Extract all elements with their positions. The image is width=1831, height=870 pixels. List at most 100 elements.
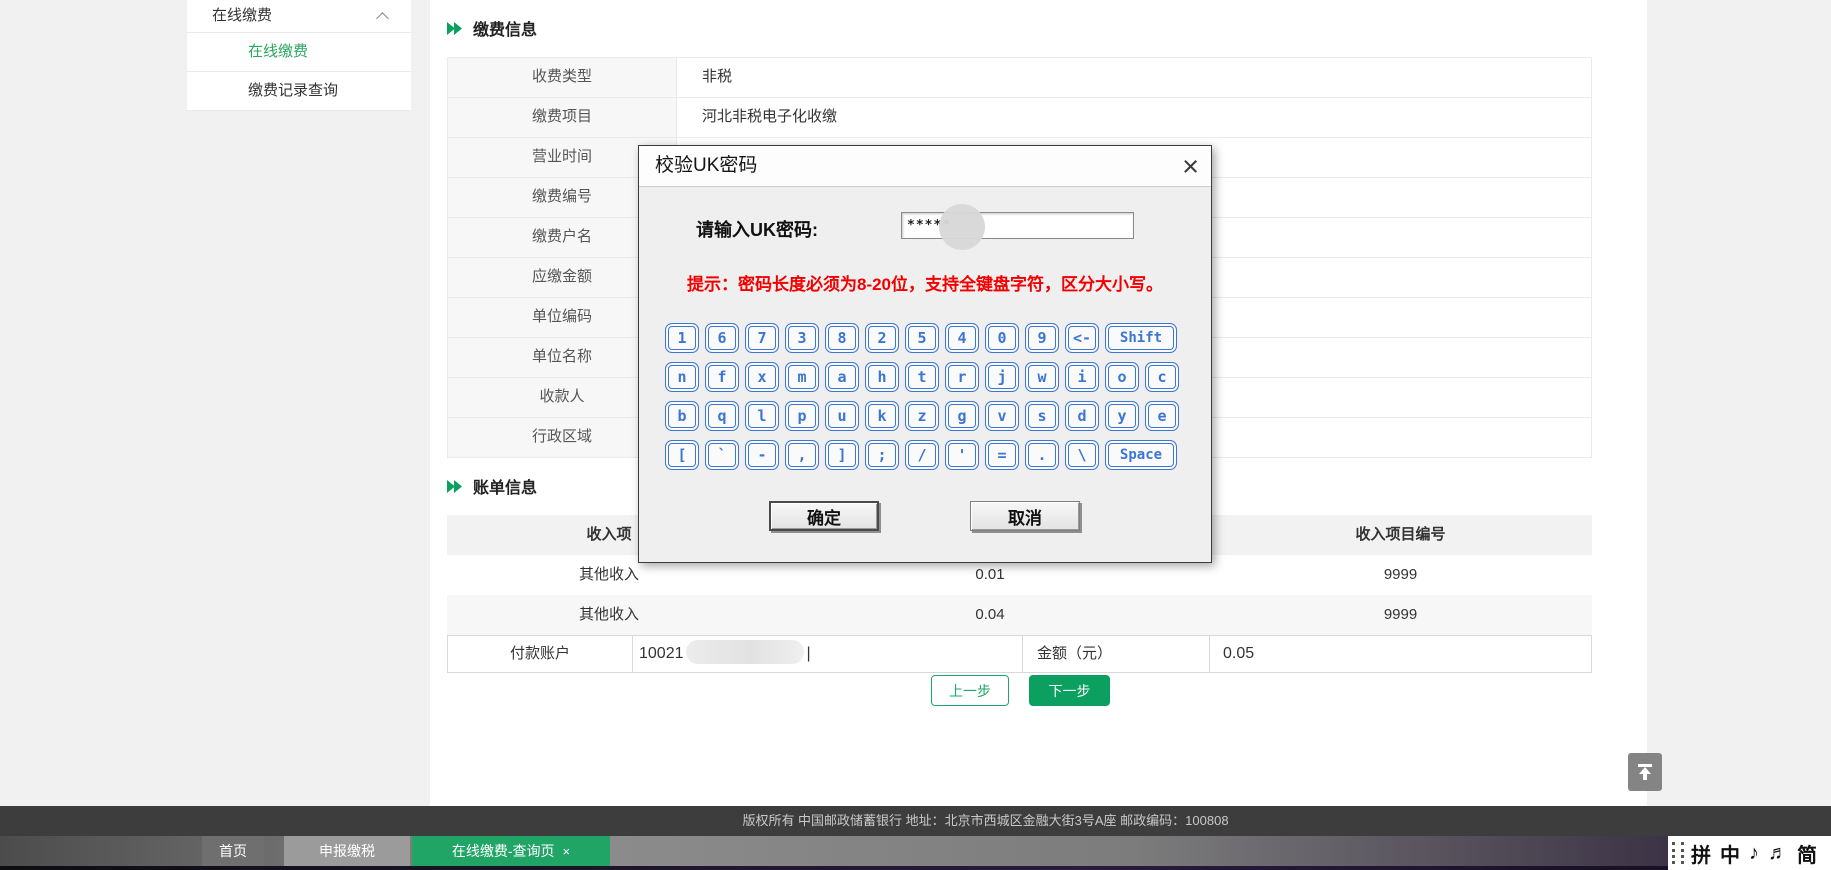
- keyboard-row: 1673825409<-Shift: [665, 323, 1187, 353]
- back-to-top-button[interactable]: [1628, 753, 1662, 791]
- key-0[interactable]: 0: [985, 323, 1019, 353]
- key-t[interactable]: t: [905, 362, 939, 392]
- keyboard-row: bqlpukzgvsdye: [665, 401, 1187, 431]
- ok-button[interactable]: 确定: [769, 501, 879, 531]
- key-][interactable]: ]: [825, 440, 859, 470]
- key-e[interactable]: e: [1145, 401, 1179, 431]
- key-v[interactable]: v: [985, 401, 1019, 431]
- key-j[interactable]: j: [985, 362, 1019, 392]
- key-p[interactable]: p: [785, 401, 819, 431]
- keyboard-row: [`-,];/'=.\Space: [665, 440, 1187, 470]
- key-x[interactable]: x: [745, 362, 779, 392]
- ime-notes-icon[interactable]: ♬: [1768, 842, 1788, 865]
- chevron-up-icon: [376, 12, 389, 25]
- key--[interactable]: -: [745, 440, 779, 470]
- key-space[interactable]: Space: [1105, 440, 1177, 470]
- dialog-close-icon[interactable]: ×: [1182, 148, 1199, 186]
- key-/[interactable]: /: [905, 440, 939, 470]
- virtual-keyboard: 1673825409<-Shift nfxmahtrjwioc bqlpukzgvs…: [665, 323, 1187, 479]
- key-shift[interactable]: Shift: [1105, 323, 1177, 353]
- amount-value: 0.05: [1210, 636, 1591, 672]
- key-g[interactable]: g: [945, 401, 979, 431]
- key-q[interactable]: q: [705, 401, 739, 431]
- key-o[interactable]: o: [1105, 362, 1139, 392]
- key-f[interactable]: f: [705, 362, 739, 392]
- payment-info-title: 缴费信息: [473, 16, 537, 40]
- sidebar-item-payment-records[interactable]: 缴费记录查询: [187, 72, 411, 111]
- key-<-[interactable]: <-: [1065, 323, 1099, 353]
- ime-chinese-mode-icon[interactable]: 中: [1720, 839, 1740, 868]
- key-y[interactable]: y: [1105, 401, 1139, 431]
- next-step-button[interactable]: 下一步: [1029, 675, 1110, 706]
- key-r[interactable]: r: [945, 362, 979, 392]
- sidebar-group-online-payment[interactable]: 在线缴费: [187, 0, 411, 33]
- double-arrow-icon: [447, 22, 464, 35]
- key-2[interactable]: 2: [865, 323, 899, 353]
- key-[[interactable]: [: [665, 440, 699, 470]
- key-d[interactable]: d: [1065, 401, 1099, 431]
- key-c[interactable]: c: [1145, 362, 1179, 392]
- key-m[interactable]: m: [785, 362, 819, 392]
- keyboard-row: nfxmahtrjwioc: [665, 362, 1187, 392]
- key-5[interactable]: 5: [905, 323, 939, 353]
- account-number-prefix: 10021: [639, 645, 684, 662]
- sidebar-item-online-payment[interactable]: 在线缴费: [187, 33, 411, 72]
- tab-close-icon[interactable]: ×: [563, 844, 571, 859]
- key-,[interactable]: ,: [785, 440, 819, 470]
- key-1[interactable]: 1: [665, 323, 699, 353]
- amount-label: 金额（元）: [1023, 636, 1210, 672]
- field-value: 非税: [677, 58, 1591, 97]
- tab-home[interactable]: 首页: [202, 836, 264, 866]
- key-3[interactable]: 3: [785, 323, 819, 353]
- tab-online-payment-query[interactable]: 在线缴费-查询页×: [412, 836, 610, 866]
- key-k[interactable]: k: [865, 401, 899, 431]
- ime-pinyin-icon[interactable]: 拼: [1691, 839, 1711, 868]
- key-z[interactable]: z: [905, 401, 939, 431]
- screen: 在线缴费 在线缴费 缴费记录查询 缴费信息 收费类型非税缴费项目河北非税电子化收…: [0, 0, 1831, 870]
- dialog-title: 校验UK密码: [639, 146, 1211, 187]
- key-a[interactable]: a: [825, 362, 859, 392]
- key-u[interactable]: u: [825, 401, 859, 431]
- payment-info-header: 缴费信息: [447, 16, 537, 40]
- ime-note-icon[interactable]: ♪: [1749, 842, 1759, 865]
- payer-account-row: 付款账户 10021 | 金额（元） 0.05: [447, 635, 1592, 673]
- key-8[interactable]: 8: [825, 323, 859, 353]
- account-number-tail: |: [807, 645, 811, 662]
- key-7[interactable]: 7: [745, 323, 779, 353]
- cancel-button[interactable]: 取消: [970, 501, 1080, 531]
- password-hint: 提示：密码长度必须为8-20位，支持全键盘字符，区分大小写。: [639, 270, 1211, 295]
- password-redaction: [939, 204, 985, 250]
- password-label: 请输入UK密码:: [696, 216, 818, 242]
- key-6[interactable]: 6: [705, 323, 739, 353]
- field-label: 缴费项目: [448, 98, 677, 137]
- key-9[interactable]: 9: [1025, 323, 1059, 353]
- account-number-redaction: [686, 640, 804, 664]
- key-n[interactable]: n: [665, 362, 699, 392]
- key-\[interactable]: \: [1065, 440, 1099, 470]
- key-w[interactable]: w: [1025, 362, 1059, 392]
- taskbar: 首页 申报缴税 在线缴费-查询页×: [0, 836, 1831, 866]
- key-4[interactable]: 4: [945, 323, 979, 353]
- uk-password-input[interactable]: [901, 212, 1134, 239]
- key-'[interactable]: ': [945, 440, 979, 470]
- key-`[interactable]: `: [705, 440, 739, 470]
- key-l[interactable]: l: [745, 401, 779, 431]
- key-=[interactable]: =: [985, 440, 1019, 470]
- prev-step-button[interactable]: 上一步: [931, 675, 1009, 706]
- key-;[interactable]: ;: [865, 440, 899, 470]
- key-.[interactable]: .: [1025, 440, 1059, 470]
- bill-income-name: 其他收入: [447, 595, 771, 635]
- key-h[interactable]: h: [865, 362, 899, 392]
- tab-declare-tax[interactable]: 申报缴税: [284, 836, 410, 866]
- payer-account-label: 付款账户: [448, 636, 633, 672]
- ime-simplified-icon[interactable]: 简: [1797, 839, 1817, 868]
- bill-income-code: 9999: [1209, 555, 1592, 595]
- ime-drag-handle-icon[interactable]: [1672, 842, 1684, 864]
- key-s[interactable]: s: [1025, 401, 1059, 431]
- field-label: 收费类型: [448, 58, 677, 97]
- key-i[interactable]: i: [1065, 362, 1099, 392]
- desktop-edge-strip: [0, 866, 1831, 870]
- footer-copyright: 版权所有 中国邮政储蓄银行 地址：北京市西城区金融大街3号A座 邮政编码：100…: [0, 806, 1831, 836]
- bill-amount: 0.04: [771, 595, 1209, 635]
- key-b[interactable]: b: [665, 401, 699, 431]
